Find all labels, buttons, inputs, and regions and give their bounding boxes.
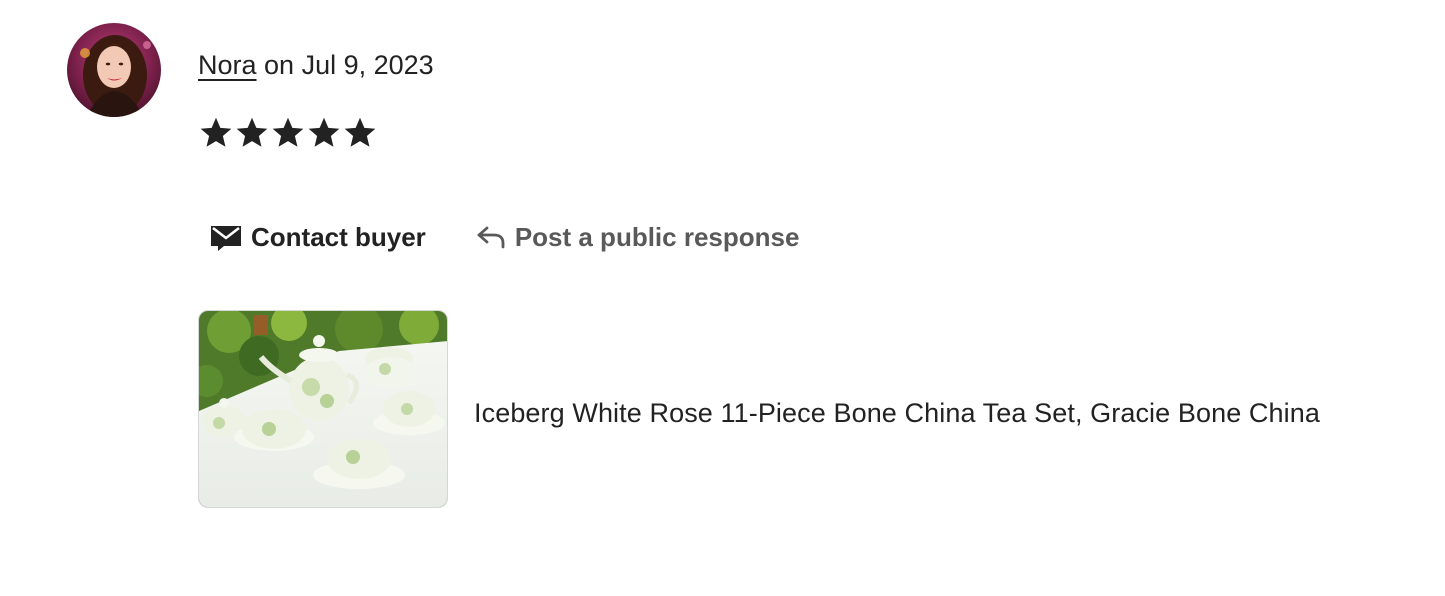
contact-buyer-label: Contact buyer: [251, 222, 426, 252]
review-meta: Nora on Jul 9, 2023: [198, 46, 434, 84]
post-public-response-button[interactable]: Post a public response: [476, 218, 800, 256]
review-date: on Jul 9, 2023: [256, 50, 434, 80]
reply-arrow-icon: [477, 226, 505, 249]
post-public-response-label: Post a public response: [514, 222, 800, 252]
listing-title-link[interactable]: Iceberg White Rose 11-Piece Bone China T…: [474, 394, 1320, 432]
star-icon: [272, 117, 304, 147]
contact-buyer-button[interactable]: Contact buyer: [210, 218, 426, 256]
star-icon: [308, 117, 340, 147]
star-icon: [344, 117, 376, 147]
envelope-icon: [211, 226, 241, 251]
avatar[interactable]: [67, 23, 161, 117]
star-icon: [236, 117, 268, 147]
star-rating: [198, 115, 378, 151]
listing-thumbnail[interactable]: [198, 310, 448, 508]
review-actions: Contact buyer Post a public response: [210, 218, 799, 256]
author-link[interactable]: Nora: [198, 50, 257, 80]
star-icon: [200, 117, 232, 147]
